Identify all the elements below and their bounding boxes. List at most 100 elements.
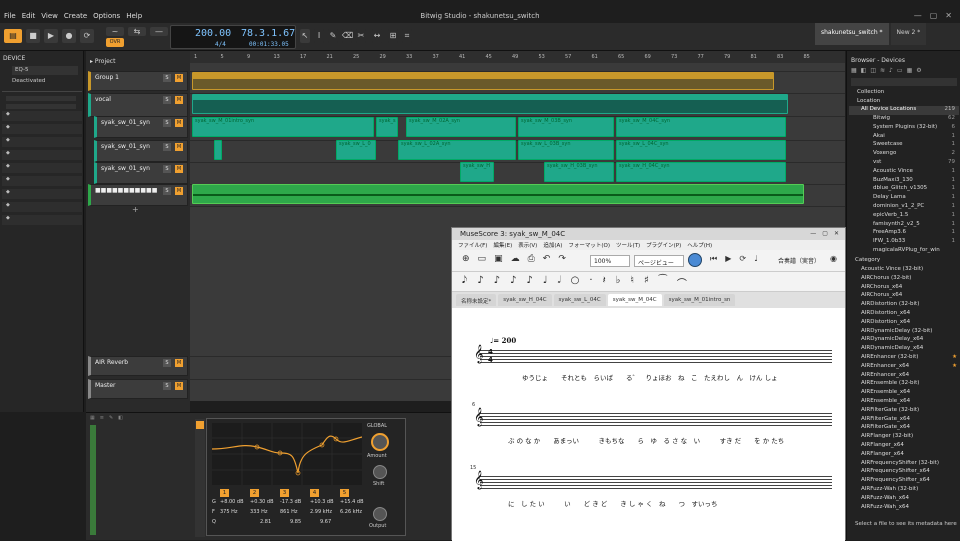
score-tab[interactable]: syak_sw_M_01intro_sn (663, 294, 736, 306)
shift-knob[interactable] (373, 465, 387, 479)
view-mode-select[interactable]: ページビュー (634, 255, 684, 267)
star-icon[interactable]: ★ (952, 363, 957, 369)
category-item[interactable]: AIRDistortion_x64 (847, 310, 960, 319)
list-item[interactable]: IFW_1.0b33 1 (847, 238, 960, 247)
menu-item[interactable]: ヘルプ(H) (687, 241, 712, 249)
edit-icon[interactable]: ✎ (109, 415, 113, 422)
vocal-clip[interactable] (192, 94, 788, 114)
collection-label[interactable]: Collection (857, 89, 884, 95)
category-item[interactable]: AIREnsemble (32-bit) (847, 380, 960, 389)
category-item[interactable]: AIRFlanger_x64 (847, 451, 960, 460)
close-icon[interactable]: ✕ (945, 11, 952, 20)
rewind-icon[interactable]: ⏮ (710, 254, 717, 264)
category-item[interactable]: AIREnhancer_x64 (847, 372, 960, 381)
redo-icon[interactable]: ↷ (558, 254, 566, 264)
track-header-master[interactable]: Master S M (88, 379, 188, 399)
track-header-syn-2[interactable]: syak_sw_01_syn S M (94, 140, 188, 162)
list-item[interactable]: vst 79 (847, 159, 960, 168)
track-header-group-1[interactable]: Group 1 S M (88, 71, 188, 91)
all-locations-row[interactable]: All Device Locations 219 (849, 106, 959, 115)
play-button[interactable]: ▶ (44, 29, 58, 43)
concert-pitch-button[interactable]: 合奏譜（実音） (778, 256, 820, 265)
clip[interactable] (214, 140, 222, 160)
category-item[interactable]: AIRFlanger_x64 (847, 442, 960, 451)
tempo-value[interactable]: 200.00 (195, 28, 231, 39)
control-row[interactable] (6, 104, 76, 109)
dot-icon[interactable]: · (589, 275, 592, 290)
note-whole-icon[interactable]: ○ (571, 275, 580, 290)
band-2-q[interactable]: 2.81 (260, 519, 271, 525)
menu-edit[interactable]: Edit (22, 12, 36, 20)
eq-graph[interactable] (211, 423, 363, 485)
zoom-select[interactable]: 100% (590, 255, 630, 267)
clip[interactable]: syak_sw_H (460, 162, 494, 182)
device-row-icon[interactable]: ◆ (2, 111, 82, 121)
device-row-icon[interactable]: ◆ (2, 137, 82, 147)
pencil-tool-icon[interactable]: ✎ (328, 29, 338, 43)
slur-icon[interactable]: ⌒ (677, 275, 687, 290)
power-icon[interactable] (196, 421, 204, 429)
device-icon[interactable]: ▦ (851, 67, 857, 77)
track-header-syn-3[interactable]: syak_sw_01_syn S M (94, 162, 188, 184)
band-3-gain[interactable]: -17.3 dB (280, 499, 301, 505)
loop-button[interactable]: ⟳ (80, 29, 94, 43)
band-3-freq[interactable]: 861 Hz (280, 509, 298, 515)
menu-options[interactable]: Options (93, 12, 120, 20)
mute-button[interactable]: M (175, 74, 183, 82)
category-item[interactable]: AIRDynamicDelay_x64 (847, 336, 960, 345)
device-icon[interactable]: ◧ (118, 415, 123, 422)
menu-file[interactable]: File (4, 12, 16, 20)
score-tab[interactable]: syak_sw_H_04C (498, 294, 552, 306)
track-header-vocal[interactable]: vocal S M (88, 93, 188, 117)
list-item[interactable]: famisynth2_v2_5 1 (847, 221, 960, 230)
play-icon[interactable]: ▶ (725, 254, 731, 264)
tab-new-2[interactable]: New 2 * (890, 23, 927, 45)
category-item[interactable]: AIRChorus_x64 (847, 292, 960, 301)
list-item[interactable]: dominion_v1_2_PC 1 (847, 203, 960, 212)
playback-cursor-icon[interactable] (688, 253, 702, 267)
note-64th-icon[interactable]: ♪ (477, 275, 483, 290)
menu-item[interactable]: ツール(T) (616, 241, 640, 249)
sample-icon[interactable]: ≋ (880, 67, 885, 77)
mute-button[interactable]: M (175, 96, 183, 104)
score-tab[interactable]: syak_sw_L_04C (553, 294, 606, 306)
device-eq-field[interactable]: EQ-5 (12, 66, 78, 75)
clip[interactable]: syak_sw_M_04C_syn (616, 117, 786, 137)
category-label[interactable]: Category (855, 257, 880, 263)
category-item[interactable]: AIREnhancer (32-bit) ★ (847, 354, 960, 363)
list-item[interactable]: Delay Lama 1 (847, 194, 960, 203)
stop-button[interactable]: ■ (26, 29, 40, 43)
menu-create[interactable]: Create (64, 12, 87, 20)
mute-button[interactable]: M (175, 165, 183, 173)
band-1-freq[interactable]: 375 Hz (220, 509, 238, 515)
lyrics-line[interactable]: に し た い い ど き ど き し ゃ く ね つ すいっち (508, 498, 717, 508)
tempo-marking[interactable]: ♩= 200 (490, 336, 516, 345)
note-quarter-icon[interactable]: ♩ (543, 275, 548, 290)
rest-icon[interactable]: 𝄽 (603, 275, 606, 290)
note-8th-icon[interactable]: ♪ (526, 275, 532, 290)
category-item[interactable]: AIRFuzz-Wah_x64 (847, 504, 960, 513)
flat-icon[interactable]: ♭ (616, 275, 621, 290)
note-input-icon[interactable]: 𝅘𝅥𝅮 (462, 275, 467, 290)
gear-icon[interactable]: ⚙ (916, 67, 921, 77)
solo-button[interactable]: S (163, 187, 171, 195)
device-row-icon[interactable]: ◆ (2, 176, 82, 186)
time-select-tool-icon[interactable]: I (314, 29, 324, 43)
natural-icon[interactable]: ♮ (630, 275, 634, 290)
timeline-ruler[interactable]: 1 5 9 13 17 21 25 29 33 37 41 45 49 53 57 61 65 69 73 77 79 8… (190, 51, 845, 63)
list-item[interactable]: System Plugins (32-bit) 6 (847, 124, 960, 133)
band-3-number[interactable]: 3 (280, 489, 289, 497)
track-header-air-reverb[interactable]: AIR Reverb S M (88, 356, 188, 376)
clip-icon[interactable]: ▭ (897, 67, 903, 77)
staff-system-3[interactable]: 𝄞 (474, 470, 832, 490)
list-item[interactable]: BuzMaxi3_130 1 (847, 177, 960, 186)
open-icon[interactable]: ▭ (478, 254, 487, 264)
minimize-icon[interactable]: — (914, 11, 922, 20)
band-5-number[interactable]: 5 (340, 489, 349, 497)
band-1-number[interactable]: 1 (220, 489, 229, 497)
band-4-q[interactable]: 9.67 (320, 519, 331, 525)
automation-button[interactable]: ~ (106, 27, 124, 36)
audio-clip[interactable] (192, 184, 804, 204)
category-item[interactable]: AIREnhancer_x64 ★ (847, 363, 960, 372)
list-item[interactable]: dblue_Glitch_v1305 1 (847, 185, 960, 194)
